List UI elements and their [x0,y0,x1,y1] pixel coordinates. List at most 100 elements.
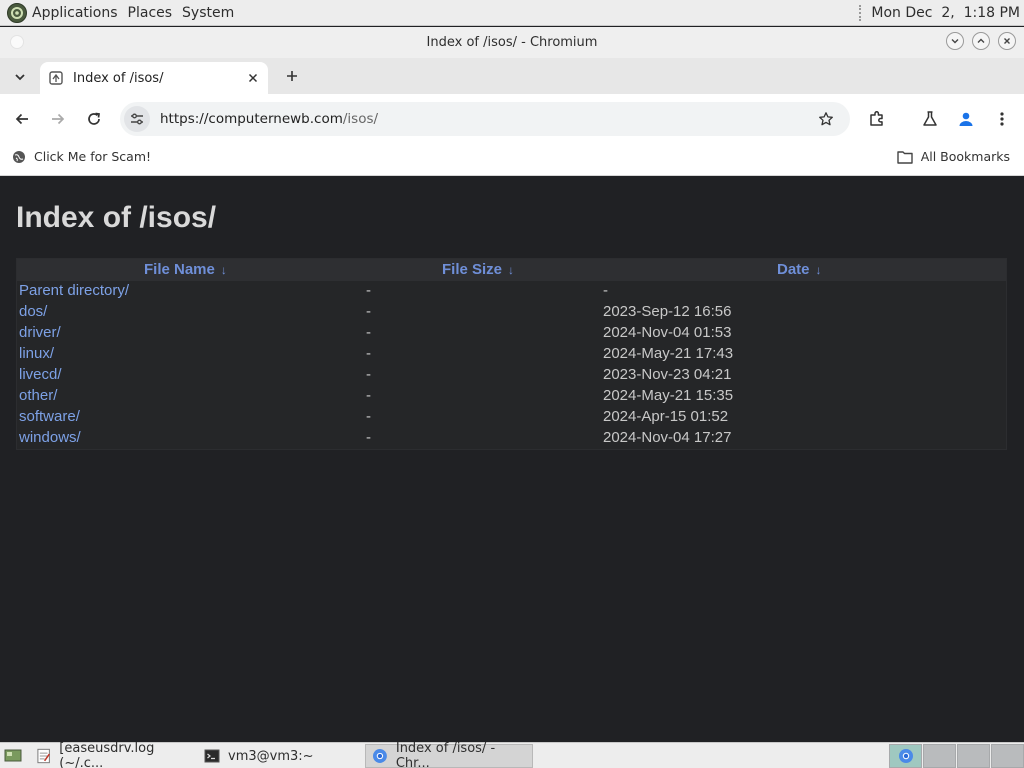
file-link[interactable]: software/ [19,408,80,425]
chevron-down-icon [951,39,959,44]
flask-icon [923,111,937,126]
panel-clock[interactable]: Mon Dec 2, 1:18 PM [871,5,1020,21]
back-button[interactable] [10,107,34,131]
file-size: - [366,429,371,446]
puzzle-icon [870,111,883,126]
labs-button[interactable] [918,107,942,131]
file-size: - [366,366,371,383]
file-link[interactable]: dos/ [19,303,47,320]
arrow-down-icon: ↓ [220,262,227,277]
workspace-3[interactable] [957,744,990,768]
taskbar-item-label: vm3@vm3:~ [228,748,314,764]
panel-handle[interactable] [859,4,863,21]
forward-button[interactable] [46,107,70,131]
tab-strip: Index of /isos/ [0,58,1024,94]
extensions-button[interactable] [865,107,889,131]
window-controls [946,32,1016,50]
taskbar-item-terminal[interactable]: vm3@vm3:~ [198,744,362,768]
tune-icon [131,113,143,125]
tab-title: Index of /isos/ [73,70,164,86]
table-row: software/ - 2024-Apr-15 01:52 [17,408,1006,429]
folder-icon [896,150,913,164]
url-text[interactable]: https://computernewb.com/isos/ [160,111,814,127]
menu-system[interactable]: System [182,5,234,21]
top-panel: Applications Places System Mon Dec 2, 1:… [0,0,1024,26]
arrow-left-icon [15,113,28,125]
workspace-1[interactable] [889,744,922,768]
workspace-4[interactable] [991,744,1024,768]
table-row: dos/ - 2023-Sep-12 16:56 [17,303,1006,324]
close-window-button[interactable] [998,32,1016,50]
window-titlebar[interactable]: Index of /isos/ - Chromium [0,27,1024,58]
file-link[interactable]: windows/ [19,429,81,446]
taskbar-item-text-editor[interactable]: [easeusdrv.log (~/.c... [30,741,196,768]
favicon-icon [49,71,63,85]
file-size: - [366,324,371,341]
table-row: other/ - 2024-May-21 15:35 [17,387,1006,408]
tab-search-button[interactable] [10,67,30,87]
bookmarks-bar: Click Me for Scam! All Bookmarks [0,142,1024,176]
reload-icon [88,112,100,125]
star-icon [819,112,833,126]
bookmark-label: Click Me for Scam! [34,149,152,164]
menu-applications[interactable]: Applications [32,5,118,21]
arrow-right-icon [52,113,65,125]
column-header-file-name[interactable]: File Name ↓ [144,261,227,278]
site-info-button[interactable] [124,106,150,132]
file-link[interactable]: other/ [19,387,57,404]
column-header-label: Date [777,261,810,278]
arrow-down-icon: ↓ [815,262,822,277]
file-link[interactable]: livecd/ [19,366,62,383]
close-icon [248,73,258,83]
chevron-down-icon [15,74,25,81]
workspace-2[interactable] [923,744,956,768]
maximize-button[interactable] [972,32,990,50]
file-listing-table: File Name ↓ File Size ↓ Date ↓ Parent di… [16,258,1007,450]
window-title: Index of /isos/ - Chromium [426,35,598,50]
all-bookmarks-label: All Bookmarks [920,149,1010,164]
window-menu-dot[interactable] [10,35,24,49]
file-date: 2024-May-21 17:43 [603,345,734,362]
file-link[interactable]: linux/ [19,345,54,362]
taskbar-item-chromium[interactable]: Index of /isos/ - Chr... [365,741,533,768]
column-header-date[interactable]: Date ↓ [777,261,822,278]
file-date: 2024-Apr-15 01:52 [603,408,729,425]
file-size: - [366,408,371,425]
bookmark-item[interactable]: Click Me for Scam! [12,149,151,164]
distro-logo-icon[interactable] [6,2,28,24]
all-bookmarks-button[interactable]: All Bookmarks [896,149,1010,164]
chromium-icon [372,749,387,763]
browser-toolbar: https://computernewb.com/isos/ [0,94,1024,142]
tab-index-isos[interactable]: Index of /isos/ [40,62,268,94]
more-vert-icon [1000,112,1004,126]
show-desktop-button[interactable] [0,744,26,768]
browser-menu-button[interactable] [990,107,1014,131]
table-row: Parent directory/ - - [17,282,1006,303]
file-link[interactable]: Parent directory/ [19,282,129,299]
file-date: 2024-May-21 15:35 [603,387,734,404]
file-date: 2024-Nov-04 01:53 [603,324,732,341]
reload-button[interactable] [82,107,106,131]
file-date: 2023-Sep-12 16:56 [603,303,732,320]
plus-icon [287,71,297,81]
url-path: /isos/ [342,111,379,127]
arrow-down-icon: ↓ [508,262,515,277]
new-tab-button[interactable] [282,66,302,86]
table-row: driver/ - 2024-Nov-04 01:53 [17,324,1006,345]
chromium-icon [899,749,913,763]
text-editor-icon [37,748,50,764]
profile-button[interactable] [954,107,978,131]
bookmark-star-button[interactable] [814,107,838,131]
file-link[interactable]: driver/ [19,324,61,341]
bottom-taskbar: [easeusdrv.log (~/.c... vm3@vm3:~ Index … [0,741,1024,768]
tab-close-button[interactable] [244,69,262,87]
column-header-label: File Name [144,261,215,278]
page-title: Index of /isos/ [16,201,217,234]
minimize-button[interactable] [946,32,964,50]
column-header-label: File Size [442,261,503,278]
file-date: 2024-Nov-04 17:27 [603,429,732,446]
close-icon [1004,38,1010,44]
menu-places[interactable]: Places [128,5,173,21]
address-bar[interactable]: https://computernewb.com/isos/ [120,102,850,136]
column-header-file-size[interactable]: File Size ↓ [442,261,514,278]
